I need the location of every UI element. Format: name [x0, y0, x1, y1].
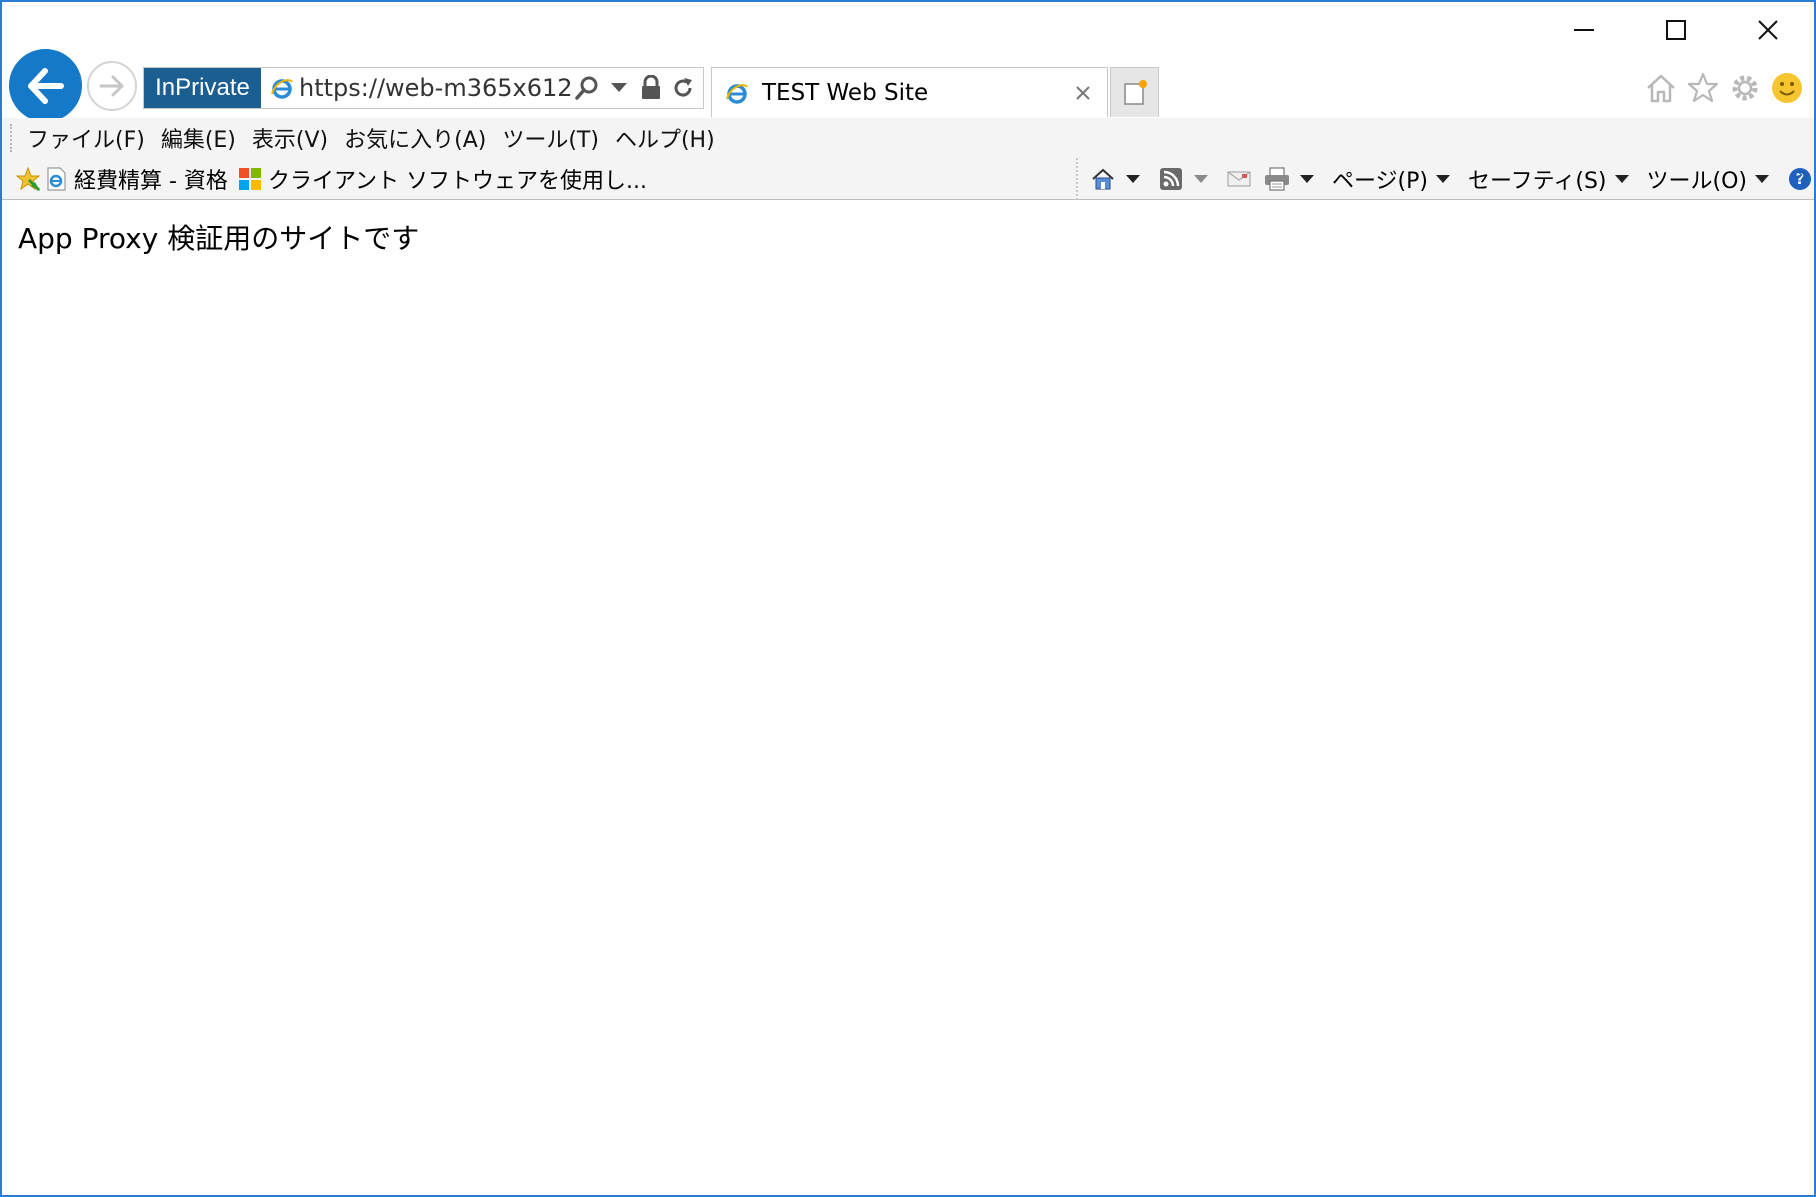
menu-tools[interactable]: ツール(T) [494, 122, 607, 154]
page-menu-button[interactable]: ページ(P) [1332, 158, 1450, 200]
ie-page-icon [269, 75, 295, 101]
feeds-button[interactable] [1156, 158, 1208, 200]
home-icon[interactable] [1644, 68, 1678, 108]
safety-menu-label: セーフティ(S) [1468, 169, 1607, 194]
minimize-button[interactable] [1538, 2, 1630, 58]
menu-grip [10, 124, 13, 152]
window-controls [1538, 2, 1814, 58]
close-icon [1758, 20, 1778, 40]
tab-close-button[interactable] [1065, 75, 1101, 111]
read-mail-button[interactable] [1224, 158, 1254, 200]
browser-toolbar-icons [1644, 68, 1804, 108]
chevron-down-icon[interactable] [1300, 175, 1314, 183]
add-favorites-star-icon[interactable] [14, 165, 42, 193]
title-and-nav-bar: InPrivate https://web-m365x6124... [2, 2, 1814, 122]
chevron-down-icon[interactable] [1194, 175, 1208, 183]
favorite-link-expense[interactable]: 経費精算 - 資格 [74, 163, 228, 195]
inprivate-badge: InPrivate [144, 68, 261, 108]
menu-file[interactable]: ファイル(F) [19, 122, 153, 154]
chevron-down-icon[interactable] [1126, 175, 1140, 183]
page-body-text: App Proxy 検証用のサイトです [18, 222, 420, 255]
tab-title: TEST Web Site [762, 79, 929, 106]
safety-menu-button[interactable]: セーフティ(S) [1468, 158, 1629, 200]
page-menu-label: ページ(P) [1332, 169, 1428, 194]
back-arrow-icon [27, 67, 64, 104]
print-button[interactable] [1262, 158, 1314, 200]
favorites-bar: 経費精算 - 資格 クライアント ソフトウェアを使用し... [14, 158, 655, 200]
favorites-star-icon[interactable] [1686, 68, 1720, 108]
close-button[interactable] [1722, 2, 1814, 58]
settings-gear-icon[interactable] [1728, 68, 1762, 108]
menu-edit[interactable]: 編集(E) [153, 122, 244, 154]
chevron-down-icon [1754, 175, 1769, 183]
feedback-smiley-icon[interactable] [1770, 68, 1804, 108]
browser-window: InPrivate https://web-m365x6124... [0, 0, 1816, 1197]
lock-icon[interactable] [635, 68, 667, 108]
home-icon [1088, 164, 1118, 194]
command-bar-separator [1076, 158, 1078, 200]
forward-arrow-icon [99, 75, 124, 97]
favorite-link-client-software[interactable]: クライアント ソフトウェアを使用し... [268, 163, 647, 195]
menu-favorites[interactable]: お気に入り(A) [336, 122, 494, 154]
search-icon[interactable] [571, 68, 603, 108]
menu-bar: ファイル(F) 編集(E) 表示(V) お気に入り(A) ツール(T) ヘルプ(… [2, 118, 1814, 158]
rss-feed-icon [1156, 164, 1186, 194]
tools-menu-button[interactable]: ツール(O) [1647, 158, 1769, 200]
maximize-button[interactable] [1630, 2, 1722, 58]
forward-button[interactable] [87, 61, 137, 111]
refresh-icon[interactable] [667, 68, 699, 108]
page-content: App Proxy 検証用のサイトです [2, 201, 1814, 1195]
url-input[interactable]: https://web-m365x6124... [299, 74, 571, 102]
menu-help[interactable]: ヘルプ(H) [607, 122, 723, 154]
ie-page-icon [42, 165, 70, 193]
new-tab-icon [1123, 79, 1147, 105]
close-icon [1076, 85, 1090, 100]
printer-icon [1262, 164, 1292, 194]
home-button[interactable] [1088, 158, 1140, 200]
mail-icon [1224, 164, 1254, 194]
command-bar: ページ(P) セーフティ(S) ツール(O) ? [1088, 158, 1814, 200]
tools-menu-label: ツール(O) [1646, 169, 1747, 194]
chevron-down-icon [1614, 175, 1629, 183]
ie-tab-icon [724, 80, 750, 106]
tab-test-web-site[interactable]: TEST Web Site [711, 67, 1108, 117]
minimize-icon [1574, 29, 1594, 31]
favorites-and-command-bar: 経費精算 - 資格 クライアント ソフトウェアを使用し... ページ(P) セー… [2, 158, 1814, 200]
chevron-down-icon[interactable] [603, 68, 635, 108]
toolbar-overflow-chevron-icon[interactable]: » [1796, 162, 1808, 186]
back-button[interactable] [9, 49, 82, 122]
windows-logo-icon [236, 165, 264, 193]
chevron-down-icon [1436, 175, 1450, 183]
menu-view[interactable]: 表示(V) [244, 122, 336, 154]
maximize-icon [1666, 20, 1686, 40]
new-tab-button[interactable] [1110, 67, 1159, 117]
address-bar[interactable]: InPrivate https://web-m365x6124... [143, 67, 704, 109]
